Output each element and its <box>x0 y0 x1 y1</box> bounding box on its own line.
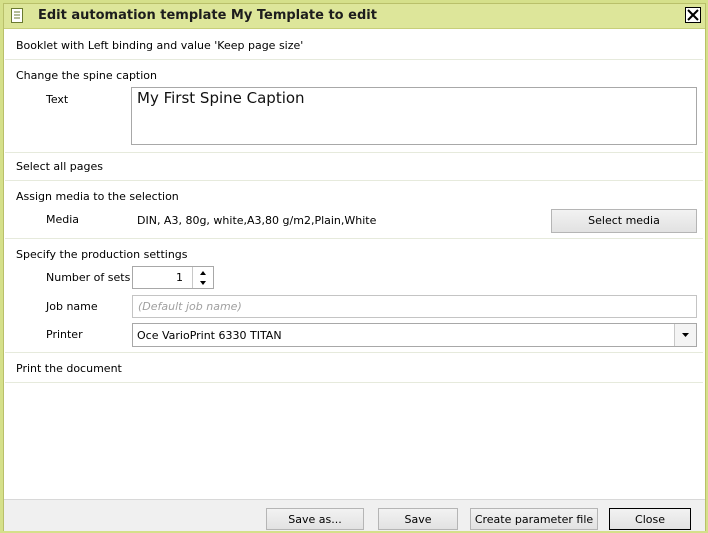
printer-label: Printer <box>46 328 83 341</box>
spine-caption-textarea[interactable]: My First Spine Caption <box>131 87 697 145</box>
media-label: Media <box>46 213 80 226</box>
divider <box>5 180 703 181</box>
stepper-arrows <box>192 267 213 288</box>
window-title: Edit automation template My Template to … <box>38 8 377 23</box>
number-of-sets-label: Number of sets <box>46 271 131 284</box>
section-select-pages[interactable]: Select all pages <box>16 160 103 173</box>
select-media-button[interactable]: Select media <box>551 209 697 233</box>
chevron-down-icon[interactable] <box>674 324 696 346</box>
number-of-sets-stepper[interactable]: 1 <box>132 266 214 289</box>
create-parameter-file-button[interactable]: Create parameter file <box>470 508 598 530</box>
text-label: Text <box>46 93 69 106</box>
media-value: DIN, A3, 80g, white,A3,80 g/m2,Plain,Whi… <box>137 214 377 227</box>
section-spine-caption[interactable]: Change the spine caption <box>16 69 157 82</box>
divider <box>5 152 703 153</box>
chevron-up-icon[interactable] <box>193 268 213 278</box>
section-booklet[interactable]: Booklet with Left binding and value 'Kee… <box>16 39 303 52</box>
button-bar: Save as... Save Create parameter file Cl… <box>4 499 705 531</box>
divider <box>5 382 703 383</box>
close-icon[interactable] <box>685 7 701 23</box>
printer-value: Oce VarioPrint 6330 TITAN <box>137 329 282 342</box>
section-print-document[interactable]: Print the document <box>16 362 122 375</box>
number-of-sets-value: 1 <box>176 271 183 284</box>
save-as-button[interactable]: Save as... <box>266 508 364 530</box>
section-assign-media[interactable]: Assign media to the selection <box>16 190 179 203</box>
close-button[interactable]: Close <box>609 508 691 530</box>
job-name-input[interactable]: (Default job name) <box>132 295 697 318</box>
divider <box>5 59 703 60</box>
divider <box>5 352 703 353</box>
divider <box>5 238 703 239</box>
title-bar[interactable]: Edit automation template My Template to … <box>4 4 705 29</box>
printer-select[interactable]: Oce VarioPrint 6330 TITAN <box>132 323 697 347</box>
document-icon <box>11 8 23 23</box>
job-name-label: Job name <box>46 300 98 313</box>
chevron-down-icon[interactable] <box>193 278 213 288</box>
dialog-window: Edit automation template My Template to … <box>3 3 706 531</box>
section-production-settings[interactable]: Specify the production settings <box>16 248 188 261</box>
save-button[interactable]: Save <box>378 508 458 530</box>
